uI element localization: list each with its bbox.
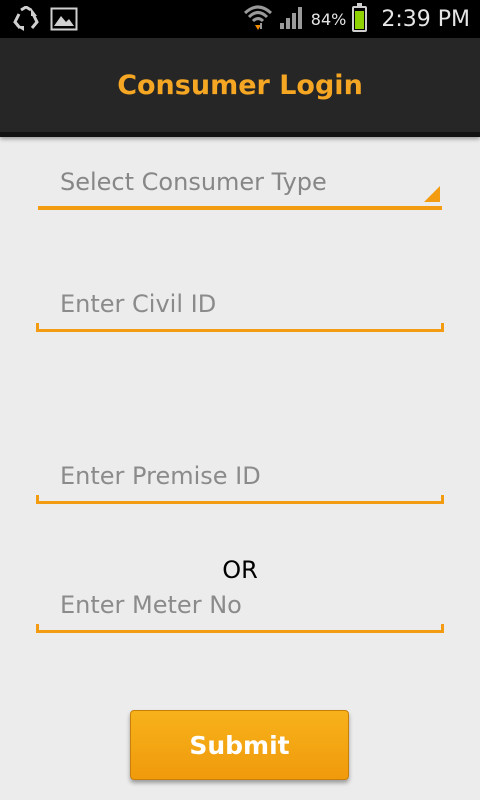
recycle-icon xyxy=(12,5,40,36)
image-icon xyxy=(50,7,78,35)
or-label: OR xyxy=(222,556,258,584)
page-title: Consumer Login xyxy=(117,69,363,101)
consumer-type-underline xyxy=(38,206,442,210)
meter-no-field[interactable]: Enter Meter No xyxy=(36,591,444,633)
title-bar: Consumer Login xyxy=(0,38,480,137)
meter-no-underline xyxy=(36,624,444,633)
submit-button[interactable]: Submit xyxy=(130,710,349,780)
civil-id-underline xyxy=(36,323,444,332)
battery-icon xyxy=(352,3,368,32)
premise-id-underline xyxy=(36,495,444,504)
battery-percent: 84% xyxy=(310,9,347,29)
clock: 2:39 PM xyxy=(381,6,470,32)
consumer-type-placeholder: Select Consumer Type xyxy=(60,168,327,196)
premise-id-placeholder: Enter Premise ID xyxy=(60,462,261,490)
status-bar: 84% 2:39 PM xyxy=(0,0,480,38)
civil-id-placeholder: Enter Civil ID xyxy=(60,290,217,318)
civil-id-field[interactable]: Enter Civil ID xyxy=(36,290,444,332)
premise-id-field[interactable]: Enter Premise ID xyxy=(36,462,444,504)
dropdown-arrow-icon xyxy=(424,186,440,202)
meter-no-placeholder: Enter Meter No xyxy=(60,591,242,619)
wifi-icon xyxy=(243,3,273,35)
signal-icon xyxy=(279,4,305,34)
consumer-type-select[interactable]: Select Consumer Type xyxy=(36,168,444,210)
